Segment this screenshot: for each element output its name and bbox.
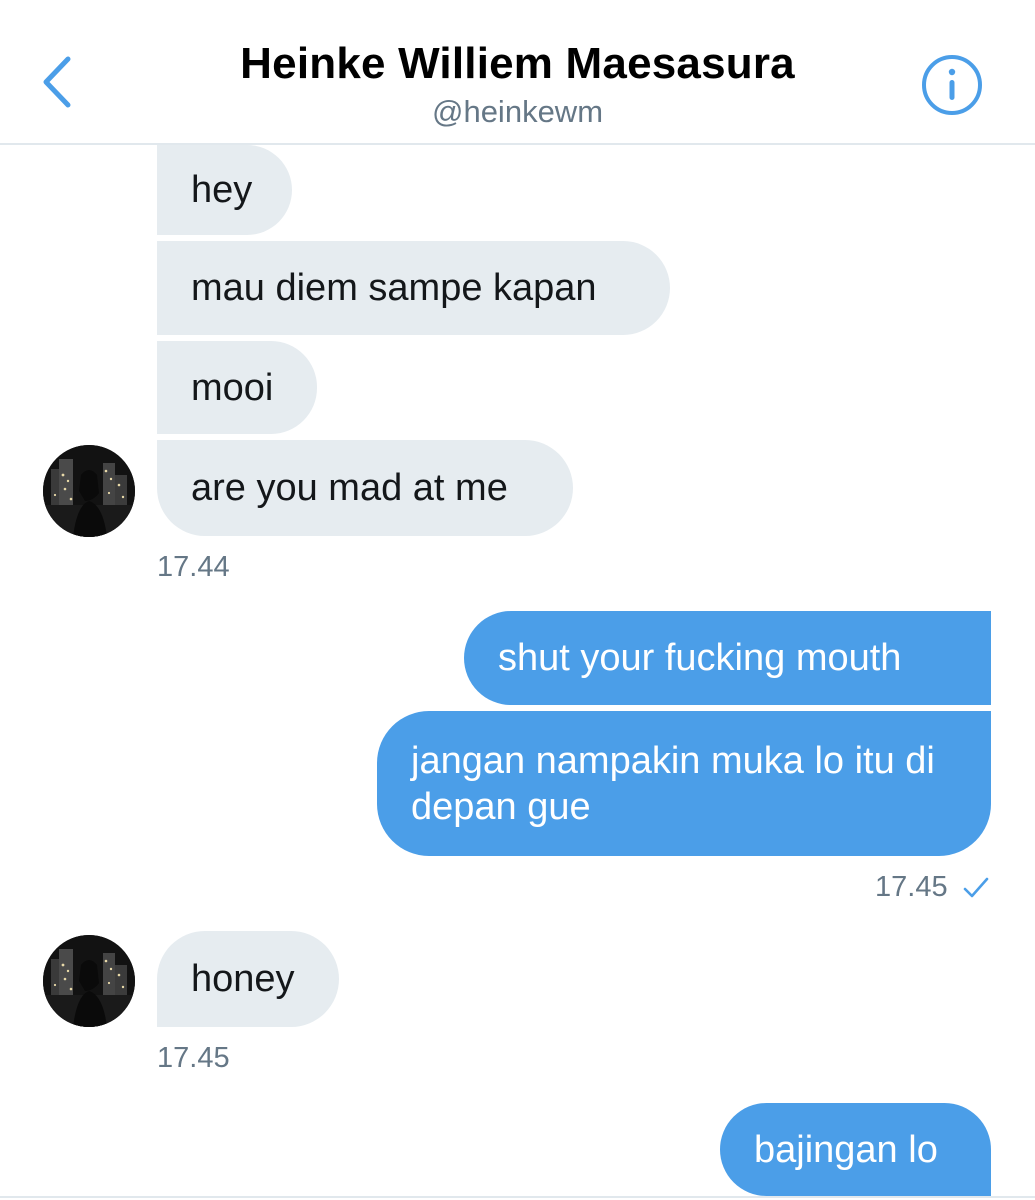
conversation-header: Heinke Williem Maesasura @heinkewm (0, 0, 1035, 145)
message-timestamp: 17.44 (157, 551, 230, 583)
message-timestamp: 17.45 (875, 871, 948, 903)
outgoing-message[interactable]: shut your fucking mouth (464, 611, 991, 705)
divider (0, 1196, 1035, 1198)
message-timestamp-row: 17.45 (875, 869, 990, 905)
incoming-message[interactable]: are you mad at me (157, 440, 573, 536)
incoming-message[interactable]: mau diem sampe kapan (157, 241, 670, 335)
info-circle-icon (922, 55, 982, 115)
contact-avatar[interactable] (43, 935, 135, 1027)
contact-handle: @heinkewm (431, 94, 604, 129)
contact-name: Heinke Williem Maesasura (240, 39, 795, 88)
message-timestamp: 17.45 (157, 1042, 230, 1074)
incoming-message[interactable]: honey (157, 931, 339, 1027)
outgoing-message[interactable]: jangan nampakin muka lo itu di depan gue (377, 711, 991, 856)
checkmark-icon (963, 878, 988, 898)
outgoing-message[interactable]: bajingan lo (720, 1103, 991, 1196)
incoming-message[interactable]: mooi (157, 341, 317, 434)
contact-avatar[interactable] (43, 445, 135, 537)
info-button[interactable] (918, 51, 986, 119)
incoming-message[interactable]: hey (157, 145, 292, 235)
